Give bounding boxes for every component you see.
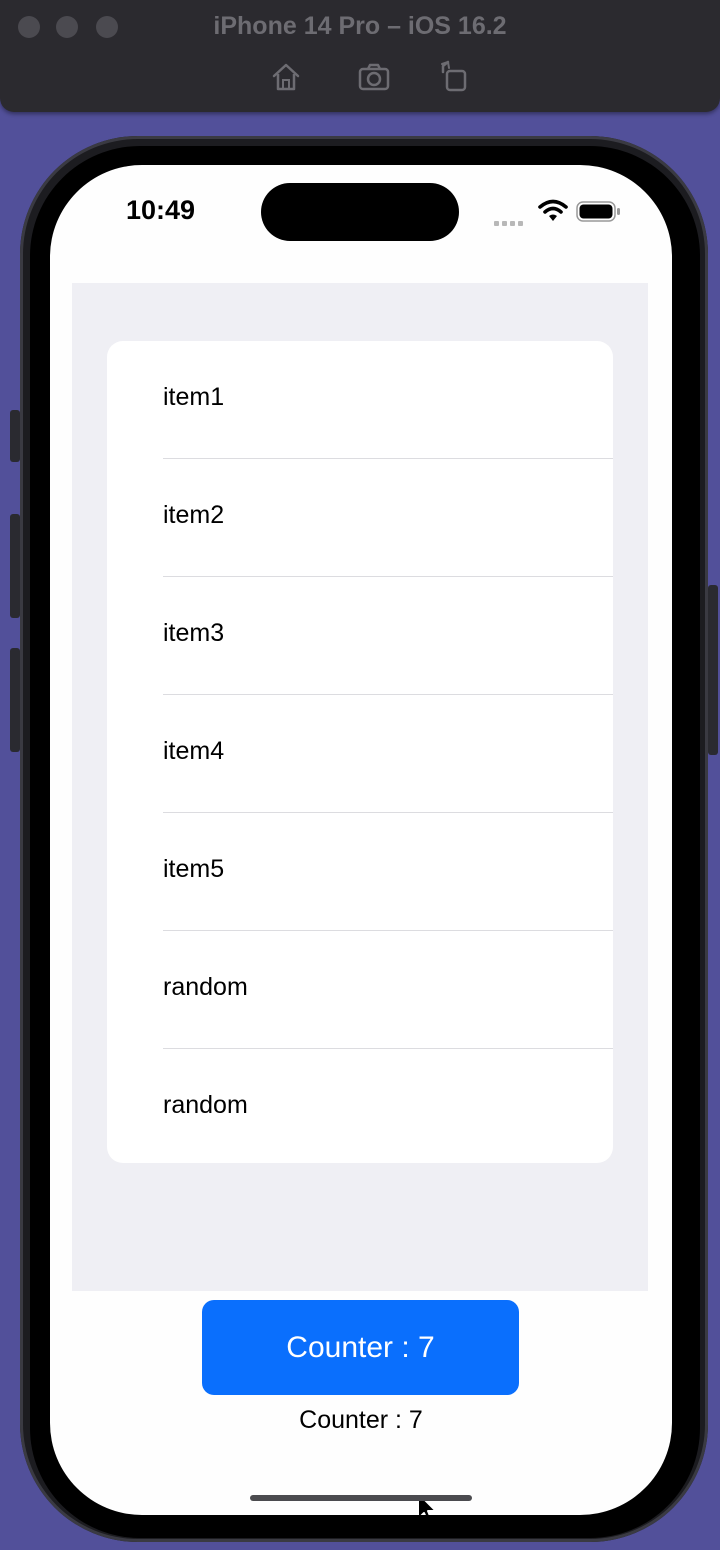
list-item-label: random [163, 973, 248, 1001]
list-item-label: item3 [163, 619, 225, 647]
cellular-signal-icon [494, 213, 528, 226]
list-item[interactable]: random [107, 931, 613, 1049]
home-indicator[interactable] [250, 1495, 472, 1501]
simulator-toolbar: iPhone 14 Pro – iOS 16.2 [0, 0, 720, 112]
list-item[interactable]: item1 [107, 341, 613, 459]
status-time: 10:49 [126, 195, 196, 225]
list-item-label: item5 [163, 855, 225, 883]
window-title: iPhone 14 Pro – iOS 16.2 [213, 12, 507, 40]
list-item[interactable]: item5 [107, 813, 613, 931]
counter-button[interactable]: Counter : 7 [202, 1300, 519, 1395]
screenshot-icon[interactable] [357, 60, 391, 94]
volume-down-button [10, 648, 20, 752]
home-icon[interactable] [269, 60, 303, 94]
action-button [10, 410, 20, 462]
list-item[interactable]: random [107, 1049, 613, 1163]
list-item-label: item2 [163, 501, 225, 529]
list-item-label: random [163, 1091, 248, 1119]
list-item[interactable]: item4 [107, 695, 613, 813]
battery-icon [576, 201, 620, 222]
list-item-label: item1 [163, 383, 225, 411]
dynamic-island [261, 183, 459, 241]
wifi-icon [538, 199, 568, 221]
list-card: item1 item2 item3 item4 item5 random ran… [107, 341, 613, 1163]
list-item[interactable]: item2 [107, 459, 613, 577]
counter-label: Counter : 7 [299, 1406, 423, 1434]
list-item-label: item4 [163, 737, 225, 765]
power-button [708, 585, 718, 755]
phone-screen: 10:49 item1 item2 item3 item4 item5 rand… [50, 165, 672, 1515]
volume-up-button [10, 514, 20, 618]
list-container[interactable]: item1 item2 item3 item4 item5 random ran… [72, 283, 648, 1291]
list-item[interactable]: item3 [107, 577, 613, 695]
rotate-icon[interactable] [438, 60, 472, 94]
